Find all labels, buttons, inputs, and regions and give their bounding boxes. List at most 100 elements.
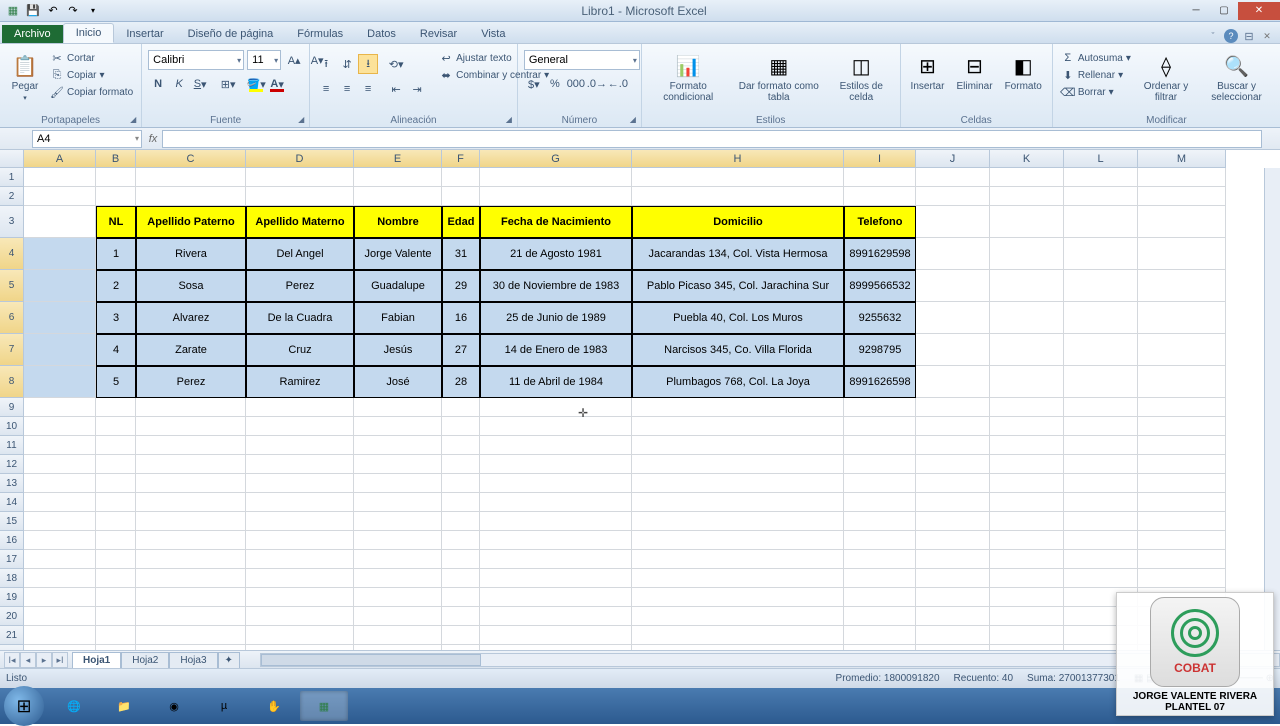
cell-F15[interactable] bbox=[442, 512, 480, 531]
cell-A17[interactable] bbox=[24, 550, 96, 569]
cell-H12[interactable] bbox=[632, 455, 844, 474]
cell-H5[interactable]: Pablo Picaso 345, Col. Jarachina Sur bbox=[632, 270, 844, 302]
align-top-button[interactable]: ⭱ bbox=[316, 54, 336, 74]
column-header-H[interactable]: H bbox=[632, 150, 844, 168]
cell-M18[interactable] bbox=[1138, 569, 1226, 588]
row-header-18[interactable]: 18 bbox=[0, 569, 24, 588]
cell-D9[interactable] bbox=[246, 398, 354, 417]
currency-button[interactable]: $▾ bbox=[524, 74, 544, 94]
save-icon[interactable]: 💾 bbox=[24, 2, 42, 20]
cell-L3[interactable] bbox=[1064, 206, 1138, 238]
cell-L14[interactable] bbox=[1064, 493, 1138, 512]
cell-D4[interactable]: Del Angel bbox=[246, 238, 354, 270]
cell-A15[interactable] bbox=[24, 512, 96, 531]
cell-J5[interactable] bbox=[916, 270, 990, 302]
cell-F5[interactable]: 29 bbox=[442, 270, 480, 302]
cell-J21[interactable] bbox=[916, 626, 990, 645]
row-header-1[interactable]: 1 bbox=[0, 168, 24, 187]
cell-D18[interactable] bbox=[246, 569, 354, 588]
paste-button[interactable]: 📋 Pegar▾ bbox=[6, 50, 44, 104]
number-dialog-icon[interactable]: ◢ bbox=[627, 113, 639, 125]
sheet-nav-buttons[interactable]: I◂◂▸▸I bbox=[0, 652, 72, 668]
alignment-dialog-icon[interactable]: ◢ bbox=[503, 113, 515, 125]
cell-E2[interactable] bbox=[354, 187, 442, 206]
cell-J11[interactable] bbox=[916, 436, 990, 455]
taskbar-ie[interactable]: 🌐 bbox=[50, 691, 98, 721]
cell-D8[interactable]: Ramirez bbox=[246, 366, 354, 398]
cell-C20[interactable] bbox=[136, 607, 246, 626]
minimize-button[interactable]: ─ bbox=[1182, 2, 1210, 20]
cell-E19[interactable] bbox=[354, 588, 442, 607]
cell-B21[interactable] bbox=[96, 626, 136, 645]
nav-last-icon[interactable]: ▸I bbox=[52, 652, 68, 668]
cell-C9[interactable] bbox=[136, 398, 246, 417]
cell-G18[interactable] bbox=[480, 569, 632, 588]
cell-D22[interactable] bbox=[246, 645, 354, 650]
cell-D16[interactable] bbox=[246, 531, 354, 550]
cell-I10[interactable] bbox=[844, 417, 916, 436]
cell-H11[interactable] bbox=[632, 436, 844, 455]
cell-J19[interactable] bbox=[916, 588, 990, 607]
cell-A18[interactable] bbox=[24, 569, 96, 588]
cell-K5[interactable] bbox=[990, 270, 1064, 302]
taskbar-excel[interactable]: ▦ bbox=[300, 691, 348, 721]
cell-G5[interactable]: 30 de Noviembre de 1983 bbox=[480, 270, 632, 302]
cut-button[interactable]: ✂Cortar bbox=[48, 50, 135, 66]
decrease-indent-button[interactable]: ⇤ bbox=[386, 79, 406, 99]
cell-C8[interactable]: Perez bbox=[136, 366, 246, 398]
cell-K12[interactable] bbox=[990, 455, 1064, 474]
row-header-11[interactable]: 11 bbox=[0, 436, 24, 455]
row-header-22[interactable]: 22 bbox=[0, 645, 24, 650]
formula-bar[interactable] bbox=[162, 130, 1262, 148]
cell-J8[interactable] bbox=[916, 366, 990, 398]
cell-E3[interactable]: Nombre bbox=[354, 206, 442, 238]
font-size-combo[interactable]: 11 bbox=[247, 50, 281, 70]
orientation-button[interactable]: ⟲▾ bbox=[386, 54, 406, 74]
cell-E7[interactable]: Jesús bbox=[354, 334, 442, 366]
fill-color-button[interactable]: 🪣▾ bbox=[246, 74, 266, 94]
cell-G6[interactable]: 25 de Junio de 1989 bbox=[480, 302, 632, 334]
cell-L9[interactable] bbox=[1064, 398, 1138, 417]
row-header-6[interactable]: 6 bbox=[0, 302, 24, 334]
cell-G9[interactable] bbox=[480, 398, 632, 417]
cell-E1[interactable] bbox=[354, 168, 442, 187]
cell-G12[interactable] bbox=[480, 455, 632, 474]
row-header-10[interactable]: 10 bbox=[0, 417, 24, 436]
cell-G16[interactable] bbox=[480, 531, 632, 550]
cell-C21[interactable] bbox=[136, 626, 246, 645]
cell-G4[interactable]: 21 de Agosto 1981 bbox=[480, 238, 632, 270]
cell-G15[interactable] bbox=[480, 512, 632, 531]
sheet-tab-hoja3[interactable]: Hoja3 bbox=[169, 652, 217, 668]
cell-B20[interactable] bbox=[96, 607, 136, 626]
format-painter-button[interactable]: 🖌Copiar formato bbox=[48, 84, 135, 100]
cell-K22[interactable] bbox=[990, 645, 1064, 650]
cell-L7[interactable] bbox=[1064, 334, 1138, 366]
row-header-5[interactable]: 5 bbox=[0, 270, 24, 302]
cell-H10[interactable] bbox=[632, 417, 844, 436]
cell-B16[interactable] bbox=[96, 531, 136, 550]
cell-D6[interactable]: De la Cuadra bbox=[246, 302, 354, 334]
row-header-3[interactable]: 3 bbox=[0, 206, 24, 238]
cell-I7[interactable]: 9298795 bbox=[844, 334, 916, 366]
cell-M8[interactable] bbox=[1138, 366, 1226, 398]
cell-B15[interactable] bbox=[96, 512, 136, 531]
cell-K21[interactable] bbox=[990, 626, 1064, 645]
qat-customize-icon[interactable]: ▾ bbox=[84, 2, 102, 20]
cell-A3[interactable] bbox=[24, 206, 96, 238]
cell-A21[interactable] bbox=[24, 626, 96, 645]
cell-I15[interactable] bbox=[844, 512, 916, 531]
sheet-tab-hoja1[interactable]: Hoja1 bbox=[72, 652, 121, 668]
cell-C12[interactable] bbox=[136, 455, 246, 474]
cell-H2[interactable] bbox=[632, 187, 844, 206]
cell-A2[interactable] bbox=[24, 187, 96, 206]
cell-I20[interactable] bbox=[844, 607, 916, 626]
cell-I5[interactable]: 8999566532 bbox=[844, 270, 916, 302]
cell-K7[interactable] bbox=[990, 334, 1064, 366]
cell-H21[interactable] bbox=[632, 626, 844, 645]
cell-I8[interactable]: 8991626598 bbox=[844, 366, 916, 398]
cell-I11[interactable] bbox=[844, 436, 916, 455]
cell-F3[interactable]: Edad bbox=[442, 206, 480, 238]
cell-H1[interactable] bbox=[632, 168, 844, 187]
cell-J20[interactable] bbox=[916, 607, 990, 626]
cell-B3[interactable]: NL bbox=[96, 206, 136, 238]
